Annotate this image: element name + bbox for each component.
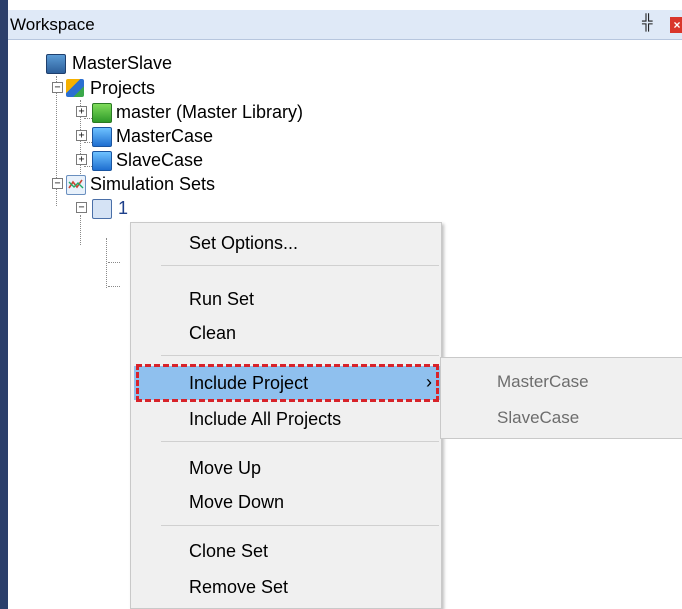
expand-icon[interactable]: +	[76, 106, 87, 117]
tree-item-simulation-sets[interactable]: − Simulation Sets	[52, 173, 372, 197]
include-project-submenu: MasterCase SlaveCase	[440, 357, 682, 439]
context-menu: Set Options... Run Set Clean Include Pro…	[130, 222, 442, 609]
tree-item-label: MasterSlave	[72, 53, 173, 73]
tree-item-projects[interactable]: − Projects	[52, 77, 352, 101]
close-icon[interactable]: ×	[670, 17, 682, 33]
submenu-item-mastercase[interactable]: MasterCase	[497, 372, 589, 392]
menu-item-set-options[interactable]: Set Options...	[131, 226, 441, 260]
project-icon	[92, 127, 112, 147]
menu-item-label: Clean	[189, 323, 237, 343]
workspace-titlebar: Workspace ╬ ×	[8, 10, 682, 40]
tree-item-label: MasterCase	[116, 126, 214, 146]
menu-item-label: Clone Set	[189, 541, 269, 561]
collapse-icon[interactable]: −	[52, 178, 63, 189]
menu-item-clone-set[interactable]: Clone Set	[131, 534, 441, 568]
collapse-icon[interactable]: −	[76, 202, 87, 213]
project-icon	[92, 151, 112, 171]
menu-separator	[161, 525, 439, 526]
tree-item-project[interactable]: + MasterCase	[76, 125, 396, 149]
dashed-highlight-annotation	[136, 364, 439, 402]
pin-icon[interactable]: ╬	[642, 14, 653, 31]
tree-item-label: SlaveCase	[116, 150, 204, 170]
submenu-item-slavecase[interactable]: SlaveCase	[497, 408, 579, 428]
menu-item-label: Run Set	[189, 289, 255, 309]
menu-item-label: Remove Set	[189, 577, 289, 597]
tree-item-label: Projects	[90, 78, 156, 98]
tree-item-set[interactable]: − 1	[76, 197, 196, 221]
projects-folder-icon	[66, 79, 84, 97]
tree-item-root[interactable]: MasterSlave	[46, 52, 346, 76]
menu-item-label: Move Down	[189, 492, 285, 512]
tree-connector	[108, 286, 120, 287]
window-left-border	[0, 0, 8, 609]
expand-icon[interactable]: +	[76, 130, 87, 141]
menu-separator	[161, 265, 439, 266]
menu-separator	[161, 355, 439, 356]
menu-item-clean[interactable]: Clean	[131, 316, 441, 350]
workspace-icon	[46, 54, 66, 74]
library-project-icon	[92, 103, 112, 123]
tree-item-project[interactable]: + master (Master Library)	[76, 101, 396, 125]
tree-item-project[interactable]: + SlaveCase	[76, 149, 396, 173]
menu-item-remove-set[interactable]: Remove Set	[131, 570, 441, 604]
tree-item-label: master (Master Library)	[116, 102, 304, 122]
tree-connector	[108, 262, 120, 263]
workspace-title: Workspace	[10, 15, 95, 34]
tree-item-label: Simulation Sets	[90, 174, 216, 194]
menu-item-move-down[interactable]: Move Down	[131, 485, 441, 519]
tree-item-label: 1	[118, 198, 129, 218]
simulation-sets-icon	[66, 175, 86, 195]
menu-item-run-set[interactable]: Run Set	[131, 282, 441, 316]
menu-item-label: Include All Projects	[189, 409, 342, 429]
simulation-set-icon	[92, 199, 112, 219]
menu-item-include-all-projects[interactable]: Include All Projects	[131, 402, 441, 436]
menu-item-label: Set Options...	[189, 233, 299, 253]
tree-connector	[106, 238, 107, 288]
expand-icon[interactable]: +	[76, 154, 87, 165]
menu-separator	[161, 441, 439, 442]
menu-item-label: Move Up	[189, 458, 262, 478]
collapse-icon[interactable]: −	[52, 82, 63, 93]
menu-item-move-up[interactable]: Move Up	[131, 451, 441, 485]
